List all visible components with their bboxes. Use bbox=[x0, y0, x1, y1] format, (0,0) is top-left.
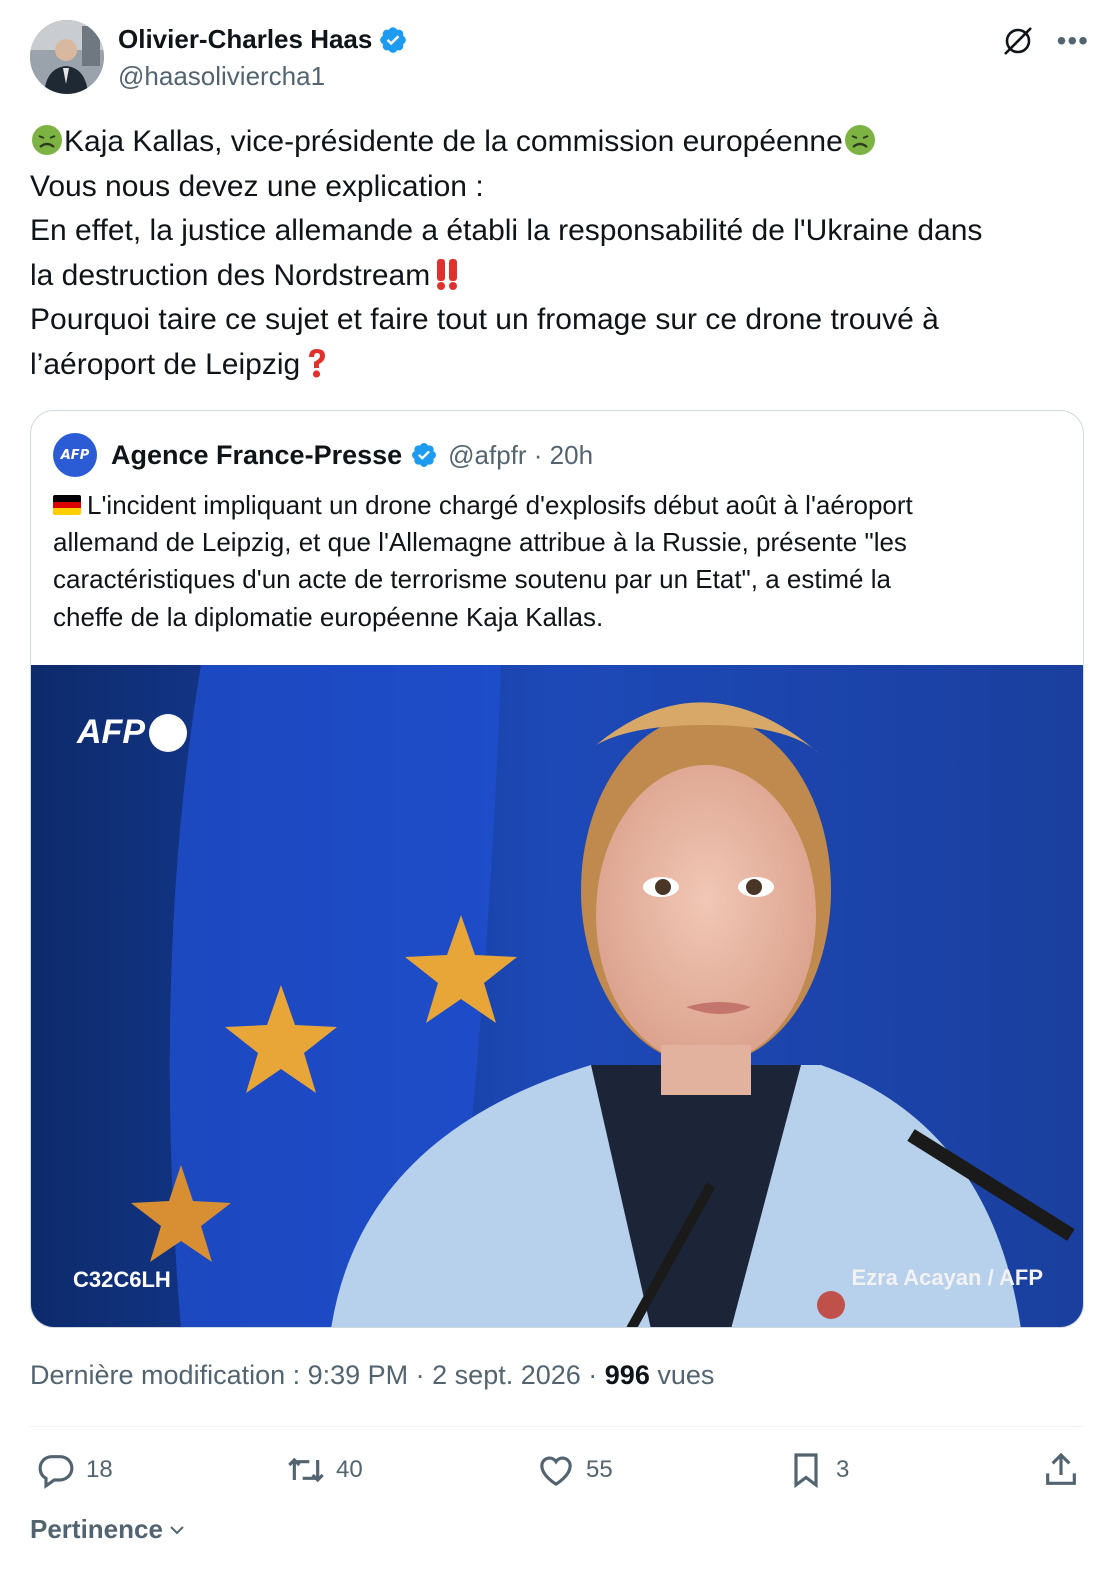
timestamp[interactable]: Dernière modification : 9:39 PM · 2 sept… bbox=[30, 1360, 605, 1390]
bookmark-icon bbox=[794, 1453, 818, 1489]
quote-handle-time[interactable]: @afpfr · 20h bbox=[448, 440, 593, 471]
repost-count: 40 bbox=[336, 1456, 363, 1483]
views-label: vues bbox=[649, 1360, 715, 1390]
quote-text: L'incident impliquant un drone chargé d'… bbox=[53, 487, 1063, 636]
chevron-down-icon bbox=[170, 1525, 184, 1534]
share-icon bbox=[1046, 1452, 1076, 1485]
afp-avatar[interactable]: AFP bbox=[53, 433, 97, 477]
tweet-line-2: Vous nous devez une explication : bbox=[30, 169, 484, 203]
tweet-line-5: Pourquoi taire ce sujet et faire tout un… bbox=[30, 303, 939, 337]
bookmark-button[interactable]: 3 bbox=[786, 1450, 849, 1490]
heart-icon bbox=[540, 1456, 572, 1487]
author-name[interactable]: Olivier-Charles Haas bbox=[118, 24, 372, 55]
author-handle[interactable]: @haasoliviercha1 bbox=[118, 61, 408, 92]
reply-button[interactable]: 18 bbox=[36, 1450, 113, 1490]
divider bbox=[30, 1426, 1083, 1427]
question-mark-icon bbox=[309, 348, 326, 378]
tweet-line-6: l’aéroport de Leipzig bbox=[30, 347, 301, 381]
tweet-text: Kaja Kallas, vice-présidente de la commi… bbox=[30, 120, 1090, 388]
like-count: 55 bbox=[586, 1456, 613, 1483]
action-bar: 18 40 55 3 bbox=[36, 1450, 1081, 1496]
quote-line-3: caractéristiques d'un acte de terrorisme… bbox=[53, 564, 891, 595]
share-button[interactable] bbox=[1041, 1450, 1081, 1490]
tweet-line-4: la destruction des Nordstream bbox=[30, 258, 431, 292]
views-count: 996 bbox=[604, 1360, 650, 1390]
repost-icon bbox=[288, 1457, 324, 1483]
like-button[interactable]: 55 bbox=[536, 1450, 613, 1490]
afp-watermark: AFP bbox=[77, 713, 187, 752]
quote-author-name[interactable]: Agence France-Presse bbox=[111, 440, 402, 471]
verified-badge-icon bbox=[412, 443, 437, 467]
grok-icon[interactable] bbox=[1001, 24, 1035, 58]
photo-code: C32C6LH bbox=[73, 1267, 171, 1292]
quote-line-1: L'incident impliquant un drone chargé d'… bbox=[87, 490, 913, 520]
quote-line-4: cheffe de la diplomatie européenne Kaja … bbox=[53, 601, 604, 632]
bookmark-count: 3 bbox=[836, 1456, 850, 1483]
tweet-line-3: En effet, la justice allemande a établi … bbox=[30, 214, 983, 248]
author-avatar[interactable] bbox=[30, 20, 104, 94]
more-options-icon[interactable]: ••• bbox=[1057, 26, 1089, 56]
quote-photo[interactable]: AFP C32C6LH Ezra Acayan / AFP bbox=[31, 665, 1083, 1327]
reply-count: 18 bbox=[86, 1456, 113, 1483]
germany-flag-icon bbox=[53, 495, 81, 515]
quoted-tweet[interactable]: AFP Agence France-Presse @afpfr · 20h L'… bbox=[30, 410, 1084, 1328]
double-exclamation-icon bbox=[437, 258, 458, 290]
repost-button[interactable]: 40 bbox=[286, 1450, 363, 1490]
sort-label: Pertinence bbox=[30, 1514, 163, 1544]
tweet-line-1: Kaja Kallas, vice-présidente de la commi… bbox=[64, 125, 843, 158]
nauseated-face-icon bbox=[844, 125, 875, 155]
verified-badge-icon bbox=[380, 26, 407, 53]
reply-icon bbox=[38, 1455, 74, 1489]
sort-dropdown[interactable]: Pertinence bbox=[30, 1514, 187, 1545]
photo-credit: Ezra Acayan / AFP bbox=[851, 1265, 1043, 1290]
tweet-header: Olivier-Charles Haas @haasoliviercha1 ••… bbox=[30, 20, 1089, 96]
tweet-meta: Dernière modification : 9:39 PM · 2 sept… bbox=[30, 1360, 714, 1391]
quote-line-2: allemand de Leipzig, et que l'Allemagne … bbox=[53, 527, 907, 558]
nauseated-face-icon bbox=[32, 125, 62, 155]
